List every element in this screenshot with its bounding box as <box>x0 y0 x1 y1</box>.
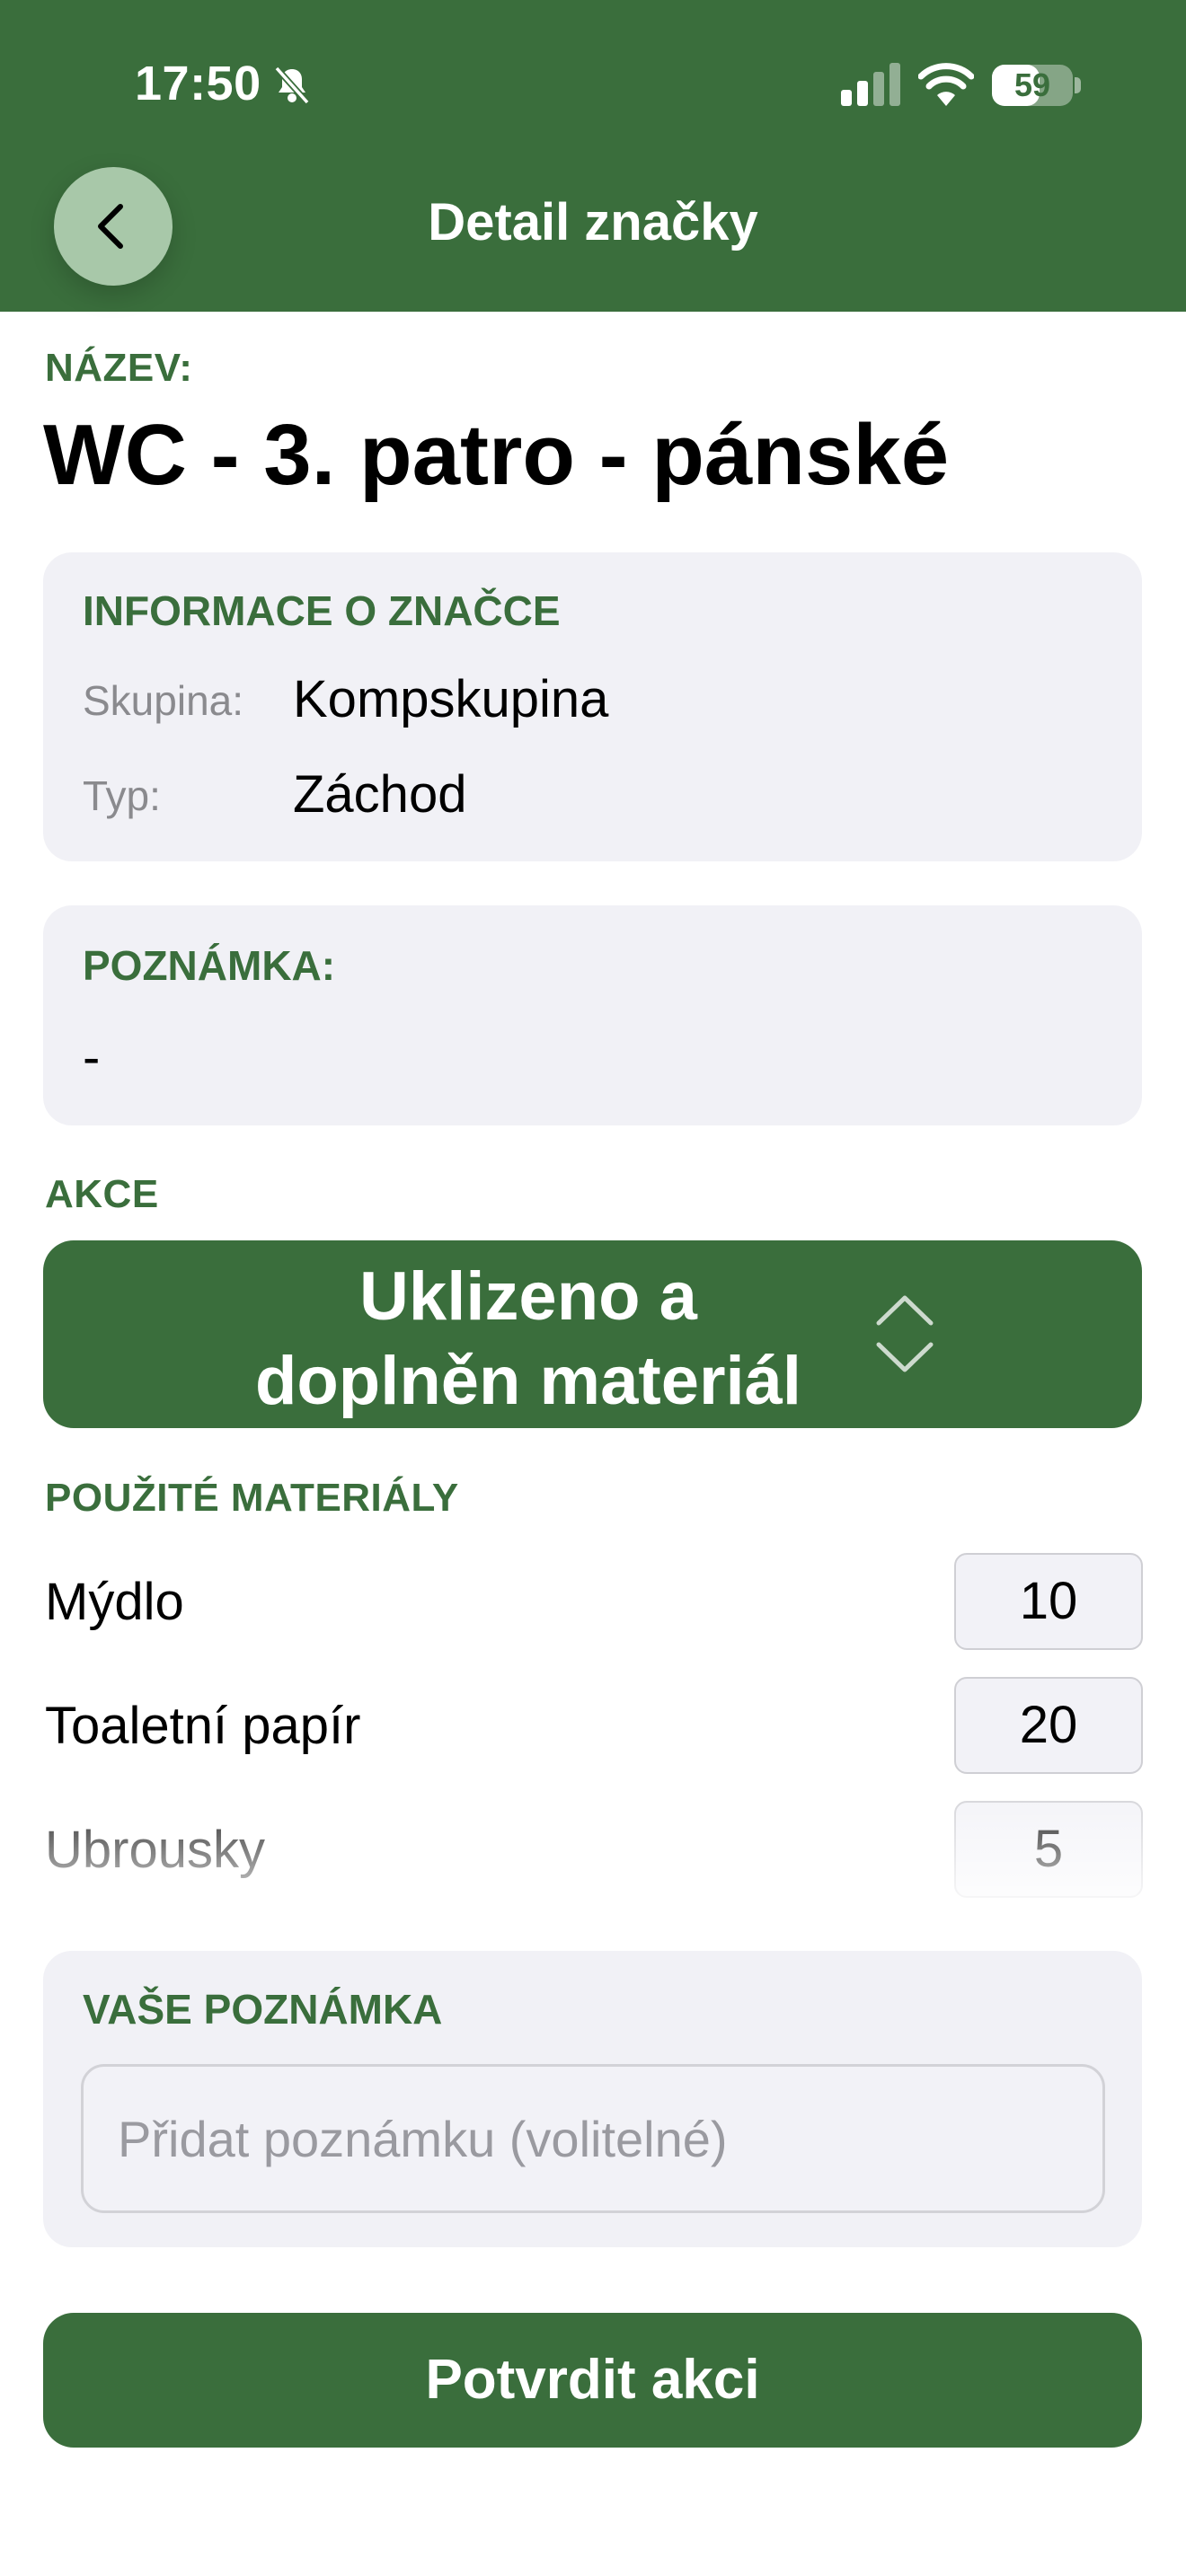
chevron-up-down-icon <box>876 1295 934 1372</box>
confirm-button[interactable]: Potvrdit akci <box>43 2313 1142 2448</box>
battery-indicator: 59 <box>992 65 1073 106</box>
bell-muted-icon <box>274 66 310 105</box>
material-name: Mýdlo <box>45 1573 184 1631</box>
info-card: INFORMACE O ZNAČCE Skupina: Kompskupina … <box>43 552 1142 861</box>
action-line-2: doplněn materiál <box>254 1343 802 1419</box>
quantity-field[interactable]: 10 <box>954 1553 1143 1650</box>
quantity-field[interactable]: 5 <box>954 1801 1143 1898</box>
note-input[interactable] <box>81 2064 1105 2213</box>
action-line-1: Uklizeno a <box>359 1258 697 1335</box>
action-selected-value: Uklizeno a doplněn materiál <box>178 1255 879 1424</box>
status-time: 17:50 <box>135 57 261 110</box>
material-name: Ubrousky <box>45 1821 265 1879</box>
battery-cap <box>1075 77 1081 93</box>
type-value: Záchod <box>293 765 467 824</box>
screen: 17:50 59 Detail značky NÁZEV: WC - 3. pa… <box>0 0 1186 2576</box>
note-card: POZNÁMKA: - <box>43 905 1142 1125</box>
note-value: - <box>83 1028 101 1087</box>
action-picker[interactable]: Uklizeno a doplněn materiál <box>43 1240 1142 1428</box>
materials-label: POUŽITÉ MATERIÁLY <box>45 1476 459 1520</box>
cellular-signal-icon <box>841 63 900 106</box>
user-note-title: VAŠE POZNÁMKA <box>83 1986 443 2033</box>
quantity-field[interactable]: 20 <box>954 1677 1143 1774</box>
tag-name: WC - 3. patro - pánské <box>43 407 950 503</box>
group-value: Kompskupina <box>293 670 609 728</box>
material-name: Toaletní papír <box>45 1697 361 1755</box>
action-label: AKCE <box>45 1172 159 1216</box>
page-title: Detail značky <box>428 193 758 251</box>
header-bar: 17:50 59 Detail značky <box>0 0 1186 312</box>
group-label: Skupina: <box>83 677 244 724</box>
wifi-icon <box>918 63 974 106</box>
name-label: NÁZEV: <box>45 346 193 390</box>
user-note-card: VAŠE POZNÁMKA <box>43 1951 1142 2247</box>
battery-percent: 59 <box>1013 66 1051 103</box>
note-card-title: POZNÁMKA: <box>83 942 336 989</box>
type-label: Typ: <box>83 772 161 819</box>
info-card-title: INFORMACE O ZNAČCE <box>83 587 561 634</box>
